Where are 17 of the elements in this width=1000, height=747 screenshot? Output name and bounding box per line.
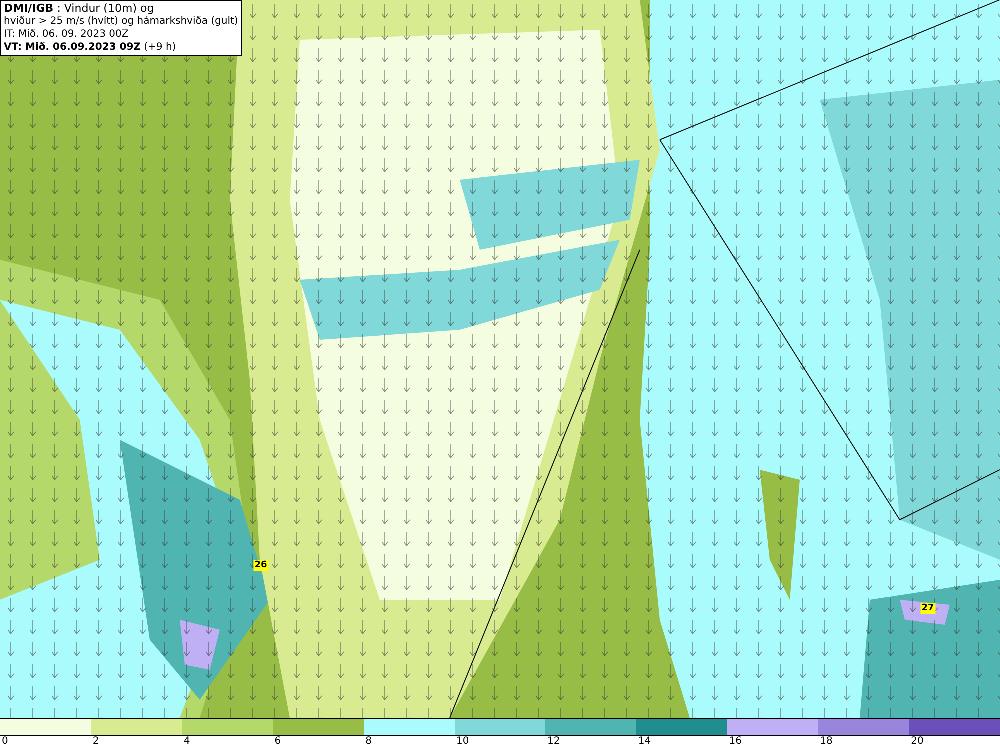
gust-value-label: 26 bbox=[254, 560, 268, 572]
legend-label: 20 bbox=[910, 736, 924, 747]
title-line: IT: Mið. 06. 09. 2023 00Z bbox=[4, 28, 130, 41]
legend-label: 2 bbox=[92, 736, 100, 747]
title-line: DMI/IGB : Vindur (10m) og bbox=[4, 2, 156, 15]
legend-label: 18 bbox=[819, 736, 833, 747]
legend-label: 10 bbox=[456, 736, 470, 747]
title-line: hviður > 25 m/s (hvítt) og hámarkshviða (gult) bbox=[4, 15, 238, 28]
legend-label: 14 bbox=[637, 736, 652, 747]
legend-label: 6 bbox=[274, 736, 282, 747]
legend-label: 12 bbox=[546, 736, 560, 747]
legend-label: 16 bbox=[728, 736, 742, 747]
legend-label: 0 bbox=[1, 736, 8, 747]
legend-label: 4 bbox=[182, 736, 190, 747]
title-line: VT: Mið. 06.09.2023 09Z (+9 h) bbox=[4, 41, 178, 54]
gust-value-label: 27 bbox=[920, 603, 936, 614]
legend-label: 8 bbox=[364, 736, 372, 747]
